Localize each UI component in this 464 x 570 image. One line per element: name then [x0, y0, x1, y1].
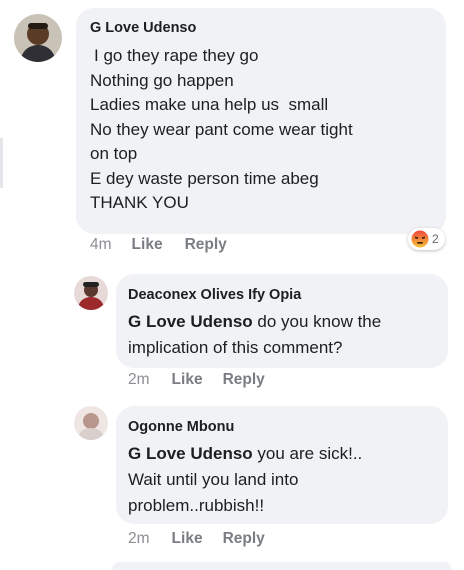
reply-actions: 2m Like Reply [128, 371, 265, 389]
reply-author[interactable]: Deaconex Olives Ify Opia [128, 287, 301, 303]
reply-text: G Love Udenso you are sick!.. Wait until… [128, 441, 362, 519]
mention-link[interactable]: G Love Udenso [128, 312, 253, 331]
reply-button[interactable]: Reply [223, 530, 265, 548]
reply-text-part: do you know the [252, 312, 382, 331]
comment-line: E dey waste person time abeg [90, 168, 319, 188]
thread-edge-divider [0, 138, 3, 188]
avatar-ogonne-mbonu[interactable] [74, 406, 108, 440]
comment-timestamp[interactable]: 4m [90, 236, 112, 254]
profile-photo-icon [14, 14, 62, 62]
mention-link[interactable]: G Love Udenso [128, 444, 253, 463]
reply-button[interactable]: Reply [185, 236, 227, 254]
reply-text-line: problem..rubbish!! [128, 496, 265, 515]
like-button[interactable]: Like [172, 530, 203, 548]
comment-line: on top [90, 144, 138, 163]
comment-bubble-main: G Love Udenso I go they rape they go Not… [76, 8, 446, 234]
comment-line: Nothing go happen [90, 70, 234, 90]
reply-text-part: you are sick!.. [252, 444, 363, 463]
comment-text: I go they rape they go Nothing go happen… [90, 44, 353, 216]
comment-line: I go they rape they go [94, 46, 259, 65]
like-button[interactable]: Like [132, 236, 163, 254]
reply-author[interactable]: Ogonne Mbonu [128, 419, 234, 435]
comment-line: THANK YOU [90, 193, 189, 212]
angry-reaction-icon [411, 230, 429, 248]
reply-timestamp[interactable]: 2m [128, 530, 150, 548]
avatar-deaconex-olives-ify-opia[interactable] [74, 276, 108, 310]
avatar-g-love-udenso[interactable] [14, 14, 62, 62]
comment-line: No they wear pant come wear tight [90, 119, 353, 139]
reply-actions: 2m Like Reply [128, 530, 265, 548]
reaction-count-badge[interactable]: 2 [408, 228, 445, 250]
reply-text-line: implication of this comment? [128, 338, 343, 357]
reply-timestamp[interactable]: 2m [128, 371, 150, 389]
reaction-count: 2 [432, 232, 439, 246]
like-button[interactable]: Like [172, 371, 203, 389]
next-reply-bubble-edge [112, 562, 452, 570]
comment-author[interactable]: G Love Udenso [90, 20, 196, 36]
reply-bubble-2: Ogonne Mbonu G Love Udenso you are sick!… [116, 406, 448, 524]
reply-bubble-1: Deaconex Olives Ify Opia G Love Udenso d… [116, 274, 448, 368]
reply-text: G Love Udenso do you know the implicatio… [128, 309, 381, 361]
reply-button[interactable]: Reply [223, 371, 265, 389]
profile-photo-icon [74, 276, 108, 310]
comment-line: Ladies make una help us small [90, 95, 329, 114]
comment-actions: 4m Like Reply [90, 236, 227, 254]
profile-photo-icon [74, 406, 108, 440]
reply-text-line: Wait until you land into [128, 470, 299, 489]
